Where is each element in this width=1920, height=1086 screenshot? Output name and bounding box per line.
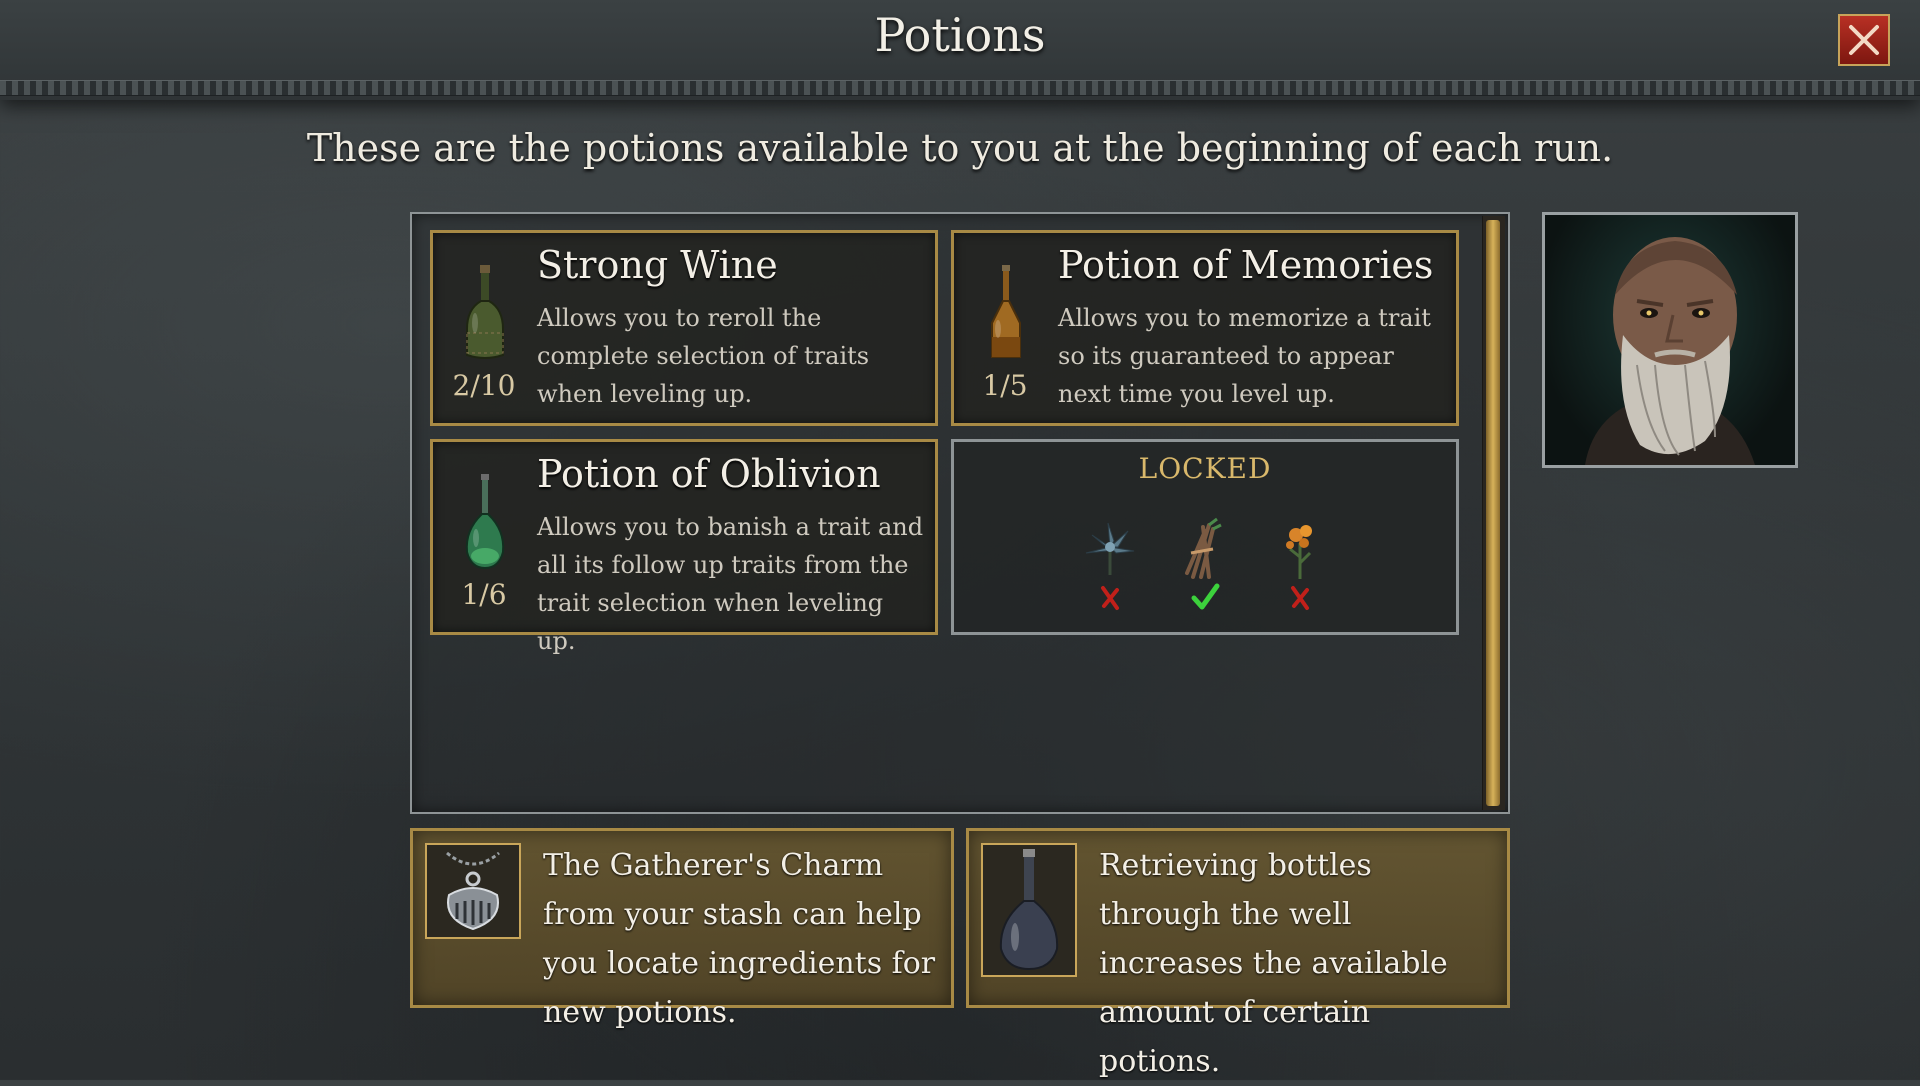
info-text: The Gatherer's Charm from your stash can… (543, 848, 936, 1030)
gatherers-charm-frame (425, 843, 521, 939)
wine-bottle-icon (466, 265, 504, 359)
locked-potion-card[interactable]: LOCKED (951, 439, 1459, 635)
bearded-old-man-portrait (1585, 237, 1755, 465)
empty-bottle-frame (981, 843, 1077, 977)
page-title: Potions (874, 8, 1046, 62)
potion-description: Allows you to banish a trait and all its… (537, 513, 924, 655)
header-ornament (0, 80, 1920, 96)
close-icon (1849, 25, 1879, 55)
potion-description: Allows you to reroll the complete select… (537, 304, 870, 408)
potion-description: Allows you to memorize a trait so its gu… (1058, 304, 1431, 408)
orange-flower-icon (1286, 525, 1312, 579)
locked-label: LOCKED (1138, 452, 1272, 485)
character-portrait (1542, 212, 1798, 468)
cross-mark-icon (1101, 586, 1119, 610)
empty-bottle-icon (999, 849, 1059, 971)
info-box-gatherers-charm: The Gatherer's Charm from your stash can… (410, 828, 954, 1030)
root-bundle-icon (1185, 517, 1222, 579)
potion-count: 1/5 (982, 369, 1028, 402)
page-subtitle: These are the potions available to you a… (306, 126, 1614, 170)
potion-name: Potion of Oblivion (537, 452, 881, 496)
scrollbar[interactable] (1482, 216, 1505, 810)
check-mark-icon (1191, 583, 1220, 610)
potion-name: Potion of Memories (1058, 243, 1434, 287)
potion-count: 1/6 (461, 578, 507, 611)
info-text: Retrieving bottles through the well incr… (1099, 848, 1448, 1079)
blue-herb-icon (1085, 522, 1135, 575)
scrollbar-thumb[interactable] (1486, 220, 1500, 806)
potion-name: Strong Wine (537, 243, 778, 287)
memories-potion-icon (991, 265, 1021, 358)
close-button[interactable] (1838, 14, 1890, 66)
potion-card-memories[interactable]: 1/5 Potion of Memories Allows you to mem… (951, 230, 1459, 426)
info-box-bottles: Retrieving bottles through the well incr… (966, 828, 1510, 1079)
potion-card-oblivion[interactable]: 1/6 Potion of Oblivion Allows you to ban… (430, 439, 938, 655)
gatherers-charm-icon (446, 851, 500, 931)
potion-card-strong-wine[interactable]: 2/10 Strong Wine Allows you to reroll th… (430, 230, 938, 426)
cross-mark-icon (1291, 586, 1309, 610)
potion-count: 2/10 (452, 369, 516, 402)
oblivion-potion-icon (465, 474, 505, 570)
